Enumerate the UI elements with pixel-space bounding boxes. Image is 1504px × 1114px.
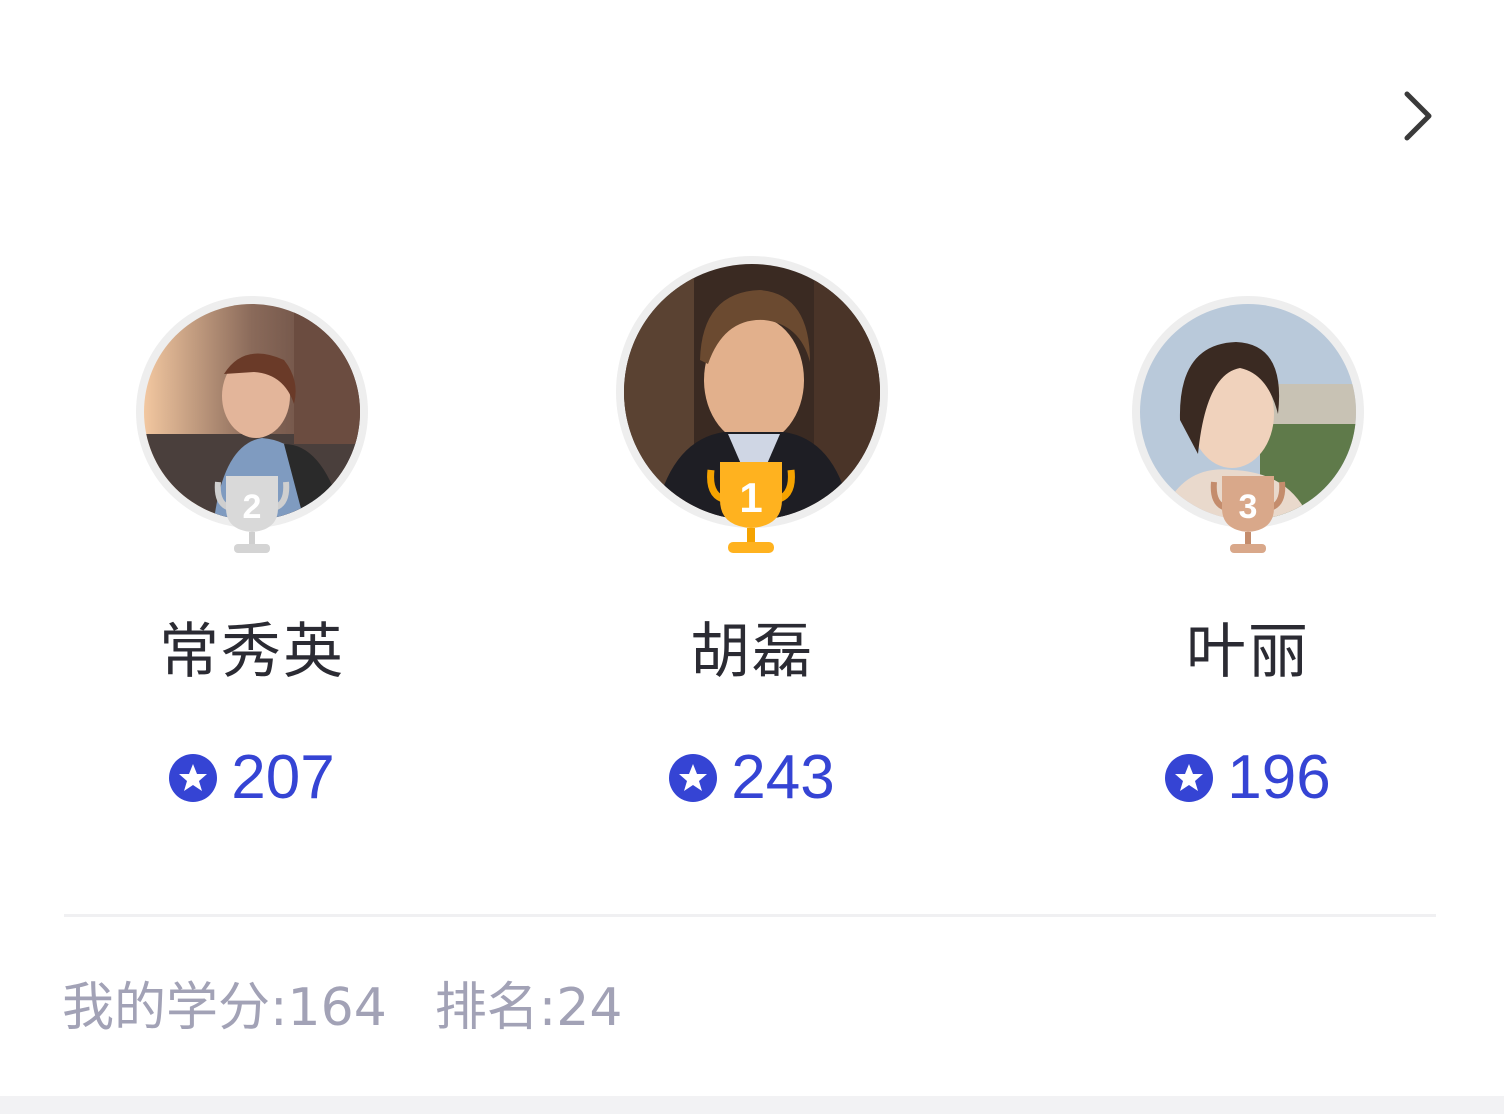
trophy-bronze-icon: 3 — [1210, 476, 1286, 553]
score-row: 196 — [1048, 742, 1448, 814]
score-row: 243 — [552, 742, 952, 814]
leaderboard-card: 2 常秀英 207 1 胡磊 243 3 叶丽 196 我的学分:164 排名:… — [0, 0, 1504, 1096]
rank-number: 3 — [1239, 488, 1258, 526]
user-name: 叶丽 — [1186, 617, 1310, 687]
podium-rank-3[interactable]: 3 叶丽 196 — [1048, 0, 1448, 860]
user-name: 常秀英 — [159, 617, 345, 687]
bottom-background — [0, 1096, 1504, 1114]
trophy-gold-icon: 1 — [707, 462, 795, 553]
divider — [64, 914, 1436, 917]
podium-rank-1[interactable]: 1 胡磊 243 — [552, 0, 952, 860]
score-value: 207 — [231, 743, 335, 812]
star-coin-icon — [1165, 754, 1214, 802]
star-coin-icon — [669, 754, 718, 802]
my-stats: 我的学分:164 排名:24 — [62, 976, 622, 1040]
user-name: 胡磊 — [690, 617, 814, 687]
rank-number: 2 — [243, 488, 262, 526]
score-value: 196 — [1227, 743, 1331, 812]
podium-rank-2[interactable]: 2 常秀英 207 — [52, 0, 452, 860]
score-value: 243 — [731, 743, 835, 812]
rank-number: 1 — [739, 474, 762, 521]
score-row: 207 — [52, 742, 452, 814]
trophy-silver-icon: 2 — [214, 476, 290, 553]
star-coin-icon — [169, 754, 218, 802]
my-credits: 我的学分:164 — [62, 978, 387, 1038]
my-rank: 排名:24 — [434, 978, 623, 1038]
